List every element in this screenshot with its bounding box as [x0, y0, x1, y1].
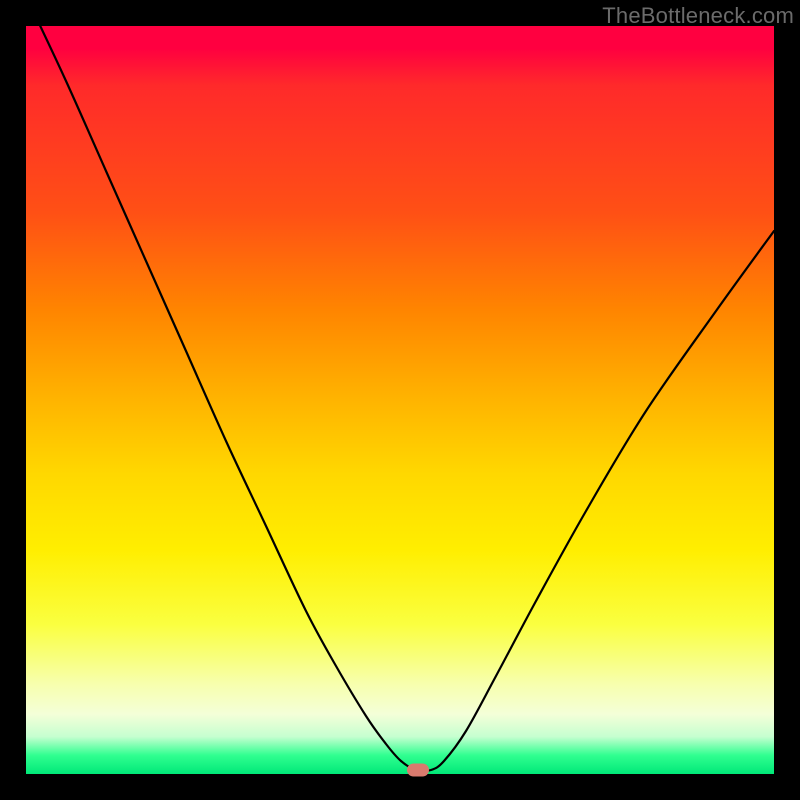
chart-frame: TheBottleneck.com — [0, 0, 800, 800]
optimal-point-marker — [407, 764, 429, 777]
watermark-text: TheBottleneck.com — [602, 3, 794, 29]
bottleneck-curve — [26, 26, 774, 774]
plot-area — [26, 26, 774, 774]
